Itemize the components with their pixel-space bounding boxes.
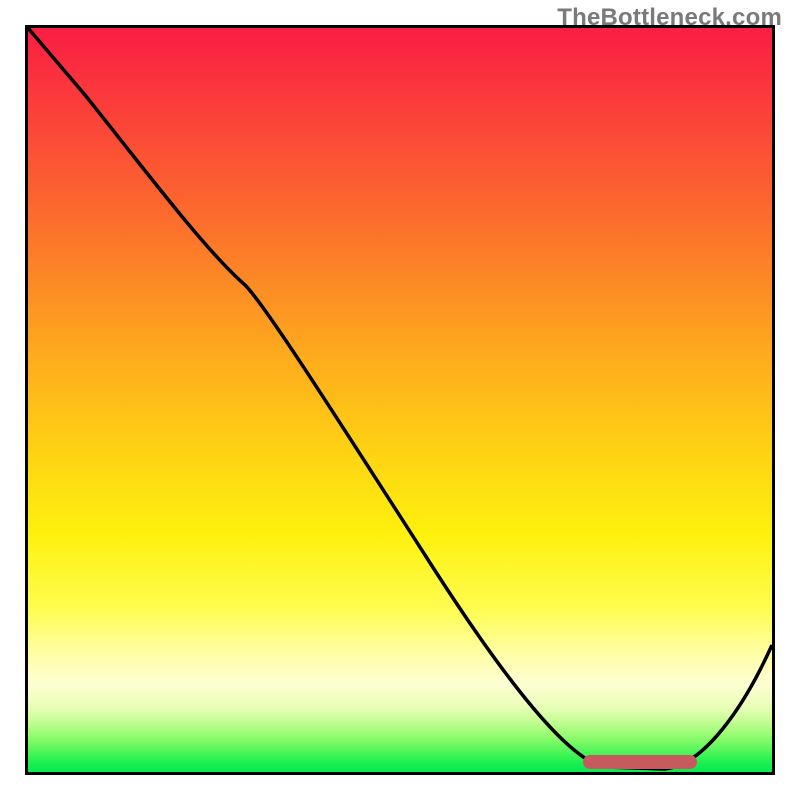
- plot-area: [25, 25, 775, 775]
- bottleneck-curve: [28, 28, 772, 769]
- curve-svg: [25, 25, 775, 775]
- watermark-text: TheBottleneck.com: [557, 4, 782, 32]
- chart-container: TheBottleneck.com: [0, 0, 800, 800]
